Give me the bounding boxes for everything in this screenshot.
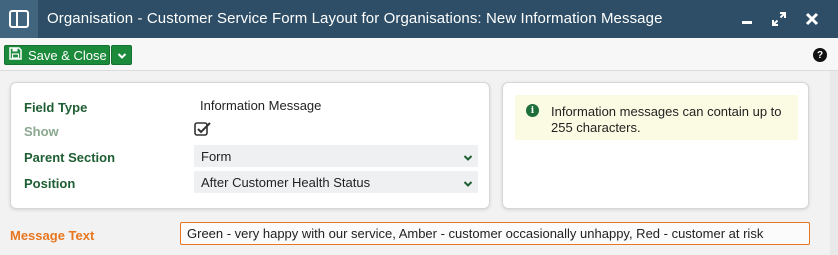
window-title: Organisation - Customer Service Form Lay… <box>47 10 663 27</box>
parent-section-select[interactable]: Form <box>194 145 478 167</box>
chevron-down-icon <box>463 176 473 191</box>
close-icon[interactable] <box>802 9 822 29</box>
checkbox-checked-icon <box>194 122 212 140</box>
window-titlebar: Organisation - Customer Service Form Lay… <box>0 0 838 38</box>
field-properties-card: Field Type Information Message Show Pare… <box>10 82 490 209</box>
scrollbar[interactable] <box>830 71 838 255</box>
info-message-box: i Information messages can contain up to… <box>515 95 798 140</box>
save-options-dropdown[interactable] <box>111 45 132 65</box>
save-close-label: Save & Close <box>28 47 107 63</box>
save-icon <box>9 47 22 63</box>
toolbar: Save & Close <box>0 38 838 71</box>
field-type-label: Field Type <box>24 100 88 115</box>
message-text-input[interactable] <box>180 222 810 245</box>
show-checkbox[interactable] <box>194 121 212 140</box>
info-card: i Information messages can contain up to… <box>502 82 809 209</box>
help-icon[interactable]: ? <box>813 48 827 62</box>
info-text: Information messages can contain up to 2… <box>551 104 782 135</box>
position-select[interactable]: After Customer Health Status <box>194 171 478 193</box>
position-label: Position <box>24 176 76 191</box>
minimize-icon[interactable] <box>737 9 757 29</box>
field-type-value: Information Message <box>200 98 322 113</box>
layout-icon[interactable] <box>0 0 38 38</box>
chevron-down-icon <box>117 48 127 63</box>
position-value: After Customer Health Status <box>201 174 371 190</box>
parent-section-value: Form <box>201 148 232 164</box>
parent-section-label: Parent Section <box>24 150 116 165</box>
info-icon: i <box>526 104 539 117</box>
chevron-down-icon <box>463 150 473 165</box>
message-text-label: Message Text <box>10 228 95 243</box>
save-close-button[interactable]: Save & Close <box>4 45 110 65</box>
maximize-icon[interactable] <box>769 9 789 29</box>
show-label: Show <box>24 124 59 139</box>
